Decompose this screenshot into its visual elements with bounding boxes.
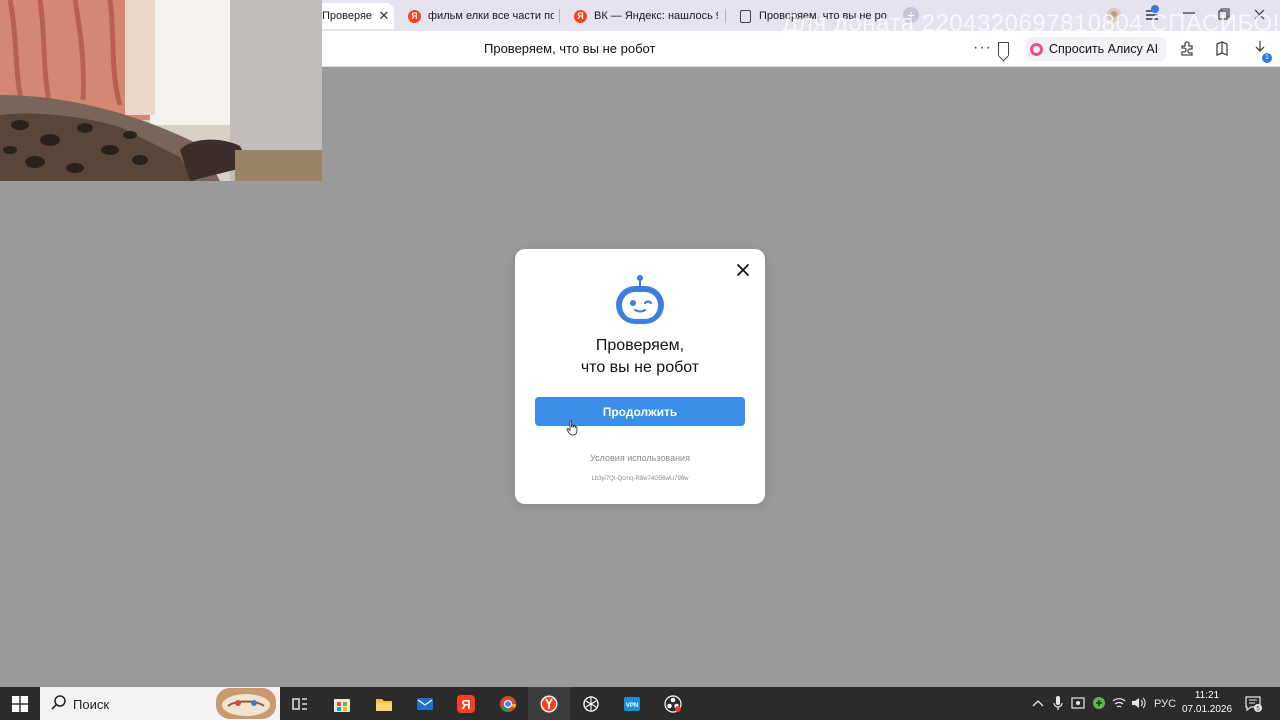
search-icon — [51, 695, 66, 710]
webcam-overlay — [0, 0, 322, 181]
tab-title: Проверяем, что вы не робот — [322, 10, 372, 22]
tab-separator — [725, 9, 726, 23]
svg-text:VPN: VPN — [626, 703, 638, 709]
tab-films[interactable]: Я фильм елки все части по порядку — [400, 3, 560, 29]
wifi-icon[interactable] — [1112, 696, 1126, 710]
captcha-dialog: Проверяем, что вы не робот Продолжить Ус… — [515, 249, 765, 504]
language-indicator[interactable]: РУС — [1154, 698, 1176, 710]
yandex-icon: Я — [408, 9, 421, 23]
tab-active[interactable]: Проверяем, что вы не робот ✕ — [316, 3, 394, 29]
captcha-title: Проверяем, что вы не робот — [515, 335, 765, 379]
alice-icon — [1030, 42, 1043, 56]
captcha-title-line1: Проверяем, — [595, 337, 685, 354]
tab-separator — [559, 9, 560, 23]
search-highlight-illustration — [216, 688, 276, 719]
more-options-icon[interactable]: ··· — [973, 39, 992, 57]
ask-alice-button[interactable]: Спросить Алису AI — [1026, 37, 1167, 61]
tab-close-icon[interactable]: ✕ — [378, 8, 390, 24]
mail-icon[interactable] — [416, 695, 434, 713]
clock-date: 07.01.2026 — [1182, 704, 1233, 715]
yandex-app-icon[interactable]: Я — [457, 695, 475, 713]
captcha-title-line2: что вы не робот — [580, 359, 700, 376]
search-label: Поиск — [73, 697, 110, 712]
document-icon — [740, 9, 751, 23]
obs-icon[interactable] — [664, 695, 682, 713]
clock-time: 11:21 — [1194, 690, 1220, 701]
robot-icon — [616, 275, 664, 324]
bookmark-icon[interactable] — [998, 42, 1009, 56]
taskbar: Поиск Я VPN РУС 11:21 07.01.2026 5 — [0, 687, 1280, 720]
collections-icon[interactable] — [1215, 40, 1231, 56]
volume-icon[interactable] — [1131, 696, 1147, 710]
search-highlight-image — [216, 688, 276, 719]
app-tray-icon[interactable] — [1092, 696, 1106, 710]
donation-overlay-text: Для доната 2204320697810804 СПАСИБО! — [782, 10, 1280, 37]
task-view-icon[interactable] — [291, 695, 309, 713]
chrome-icon[interactable] — [499, 695, 517, 713]
yandex-browser-icon[interactable] — [540, 695, 558, 713]
tray-expand-icon[interactable] — [1032, 699, 1044, 707]
yandex-icon: Я — [574, 9, 587, 23]
download-count-badge: 1 — [1262, 53, 1272, 63]
close-icon[interactable] — [736, 263, 750, 277]
tab-title: фильм елки все части по порядку — [428, 10, 554, 22]
notifications-icon[interactable]: 5 — [1245, 696, 1263, 712]
vpn-icon[interactable]: VPN — [623, 695, 641, 713]
microsoft-store-icon[interactable] — [333, 695, 351, 713]
windows-start-icon[interactable] — [12, 696, 28, 712]
webcam-image — [0, 0, 322, 181]
page-title: Проверяем, что вы не робот — [484, 41, 656, 56]
clock[interactable]: 11:21 07.01.2026 — [1182, 689, 1232, 717]
capture-icon[interactable] — [1071, 696, 1085, 710]
tab-title: ВК — Яндекс: нашлось 9 млн результатов — [594, 10, 718, 22]
tab-vk-search[interactable]: Я ВК — Яндекс: нашлось 9 млн результатов — [566, 3, 726, 29]
chatgpt-icon[interactable] — [582, 695, 600, 713]
microphone-icon[interactable] — [1053, 696, 1063, 711]
extensions-icon[interactable] — [1179, 40, 1195, 56]
ask-alice-label: Спросить Алису AI — [1049, 42, 1159, 56]
file-explorer-icon[interactable] — [375, 695, 393, 713]
hand-cursor-icon — [566, 420, 578, 436]
request-id: Lb3yi7Qt-Qcmq-R8w74G56wU798w — [591, 476, 689, 482]
taskbar-search[interactable]: Поиск — [40, 687, 280, 720]
svg-text:Я: Я — [461, 697, 470, 712]
terms-link[interactable]: Условия использования — [515, 453, 765, 463]
